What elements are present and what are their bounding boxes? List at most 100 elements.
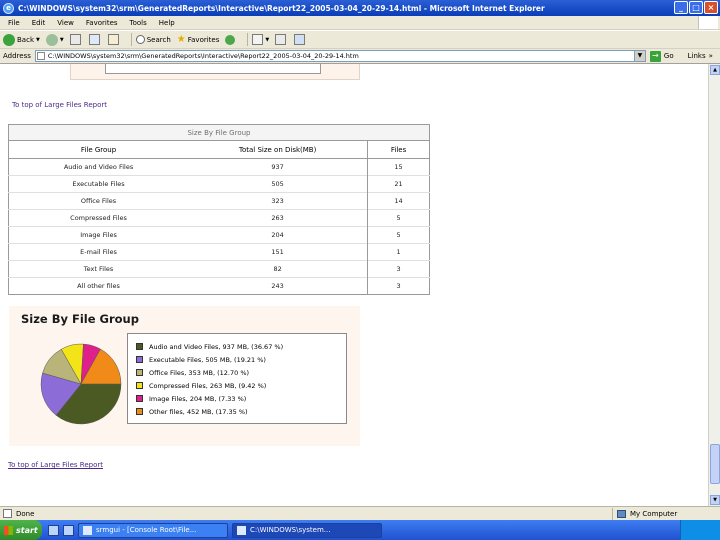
size-by-file-group-table: Size By File Group File Group Total Size…: [8, 124, 430, 295]
header-total-size[interactable]: Total Size on Disk(MB): [188, 140, 368, 159]
refresh-icon: [88, 34, 100, 45]
menu-tools[interactable]: Tools: [130, 19, 147, 27]
menu-bar: File Edit View Favorites Tools Help: [0, 16, 720, 30]
cell-files: 3: [367, 277, 430, 295]
window-controls: _ □ ×: [674, 1, 718, 14]
menu-view[interactable]: View: [57, 19, 74, 27]
cell-total-size: 243: [188, 277, 368, 295]
zone-label: My Computer: [630, 510, 678, 518]
stop-button[interactable]: [69, 34, 83, 45]
cell-total-size: 82: [188, 260, 368, 278]
start-label: start: [16, 525, 38, 535]
cell-files: 21: [367, 175, 430, 193]
previous-chart-remnant: [70, 64, 360, 80]
legend-label: Compressed Files, 263 MB, (9.42 %): [149, 381, 267, 390]
menu-favorites[interactable]: Favorites: [86, 19, 118, 27]
history-button[interactable]: [225, 34, 237, 45]
table-row: Office Files 323 14: [8, 192, 430, 210]
home-icon: [107, 34, 119, 45]
chevron-right-icon[interactable]: »: [709, 52, 713, 60]
header-file-group[interactable]: File Group: [8, 140, 189, 159]
go-arrow-icon: →: [649, 50, 661, 62]
go-label: Go: [663, 52, 674, 60]
cell-file-group: Executable Files: [8, 175, 189, 193]
favorites-label: Favorites: [187, 35, 220, 44]
table-row: All other files 243 3: [8, 277, 430, 295]
taskbar-item-ie[interactable]: C:\WINDOWS\system...: [232, 522, 382, 538]
header-files[interactable]: Files: [367, 140, 430, 159]
chevron-down-icon[interactable]: ▼: [265, 37, 269, 43]
computer-icon: [617, 510, 626, 518]
maximize-button[interactable]: □: [689, 1, 703, 14]
scroll-up-button[interactable]: ▲: [710, 65, 720, 75]
minimize-button[interactable]: _: [674, 1, 688, 14]
legend-label: Image Files, 204 MB, (7.33 %): [149, 394, 247, 403]
cell-files: 5: [367, 226, 430, 244]
address-input[interactable]: C:\WINDOWS\system32\srm\GeneratedReports…: [34, 50, 635, 62]
address-dropdown-button[interactable]: ▼: [634, 50, 646, 62]
cell-file-group: Audio and Video Files: [8, 158, 189, 176]
toolbar: Back ▼ ▼ Search ★ Favorites ▼: [0, 31, 720, 49]
toolbar-separator: [247, 33, 249, 46]
legend-entry: Other files, 452 MB, (17.35 %): [136, 405, 346, 418]
search-label: Search: [146, 35, 171, 44]
cell-file-group: E-mail Files: [8, 243, 189, 261]
table-row: Image Files 204 5: [8, 226, 430, 244]
taskbar-item-srmgui[interactable]: srmgui - [Console Root\File...: [78, 522, 228, 538]
search-button[interactable]: Search: [135, 35, 171, 44]
pie-chart-panel: Size By File Group Audio and Video Files…: [9, 306, 360, 446]
legend-swatch: [136, 408, 143, 415]
links-button[interactable]: Links: [688, 52, 706, 60]
menu-edit[interactable]: Edit: [32, 19, 46, 27]
go-button[interactable]: → Go: [649, 50, 674, 62]
back-button[interactable]: Back ▼: [3, 33, 40, 46]
status-text: Done: [16, 509, 35, 518]
back-arrow-icon: [3, 33, 15, 46]
menu-file[interactable]: File: [8, 19, 20, 27]
cell-total-size: 323: [188, 192, 368, 210]
table-row: Text Files 82 3: [8, 260, 430, 278]
scrollbar-thumb[interactable]: [710, 444, 720, 484]
home-button[interactable]: [107, 34, 121, 45]
table-row: Executable Files 505 21: [8, 175, 430, 193]
mail-button[interactable]: ▼: [252, 34, 269, 45]
taskbar: start srmgui - [Console Root\File... C:\…: [0, 520, 720, 540]
chevron-down-icon[interactable]: ▼: [60, 37, 64, 43]
address-label: Address: [3, 52, 31, 60]
legend-swatch: [136, 395, 143, 402]
quick-launch-desktop-icon[interactable]: [48, 524, 59, 536]
top-of-report-link[interactable]: To top of Large Files Report: [12, 101, 107, 109]
print-button[interactable]: [275, 34, 288, 45]
table-row: E-mail Files 151 1: [8, 243, 430, 261]
menu-help[interactable]: Help: [159, 19, 175, 27]
edit-button[interactable]: [294, 34, 307, 45]
chevron-down-icon[interactable]: ▼: [36, 37, 40, 43]
legend-swatch: [136, 369, 143, 376]
table-header-row: File Group Total Size on Disk(MB) Files: [8, 140, 430, 159]
page-done-icon: [3, 509, 12, 518]
stop-icon: [69, 34, 81, 45]
cell-files: 3: [367, 260, 430, 278]
vertical-scrollbar[interactable]: ▲ ▼: [708, 64, 720, 506]
bottom-top-of-report-link[interactable]: To top of Large Files Report: [8, 461, 103, 469]
close-button[interactable]: ×: [704, 1, 718, 14]
legend-entry: Executable Files, 505 MB, (19.21 %): [136, 353, 346, 366]
legend-label: Audio and Video Files, 937 MB, (36.67 %): [149, 342, 284, 351]
legend-entry: Image Files, 204 MB, (7.33 %): [136, 392, 346, 405]
cell-total-size: 204: [188, 226, 368, 244]
cell-total-size: 505: [188, 175, 368, 193]
refresh-button[interactable]: [88, 34, 102, 45]
windows-flag-icon: [4, 525, 13, 535]
print-icon: [275, 34, 287, 45]
toolbar-separator: [130, 33, 132, 46]
table-row: Compressed Files 263 5: [8, 209, 430, 227]
legend-label: Other files, 452 MB, (17.35 %): [149, 407, 248, 416]
start-button[interactable]: start: [0, 520, 42, 540]
quick-launch-ie-icon[interactable]: [63, 524, 74, 536]
legend-label: Executable Files, 505 MB, (19.21 %): [149, 355, 266, 364]
previous-chart-legend: [105, 64, 321, 74]
search-icon: [135, 35, 145, 44]
forward-button[interactable]: ▼: [45, 33, 64, 46]
scroll-down-button[interactable]: ▼: [710, 495, 720, 505]
favorites-button[interactable]: ★ Favorites: [177, 34, 220, 45]
